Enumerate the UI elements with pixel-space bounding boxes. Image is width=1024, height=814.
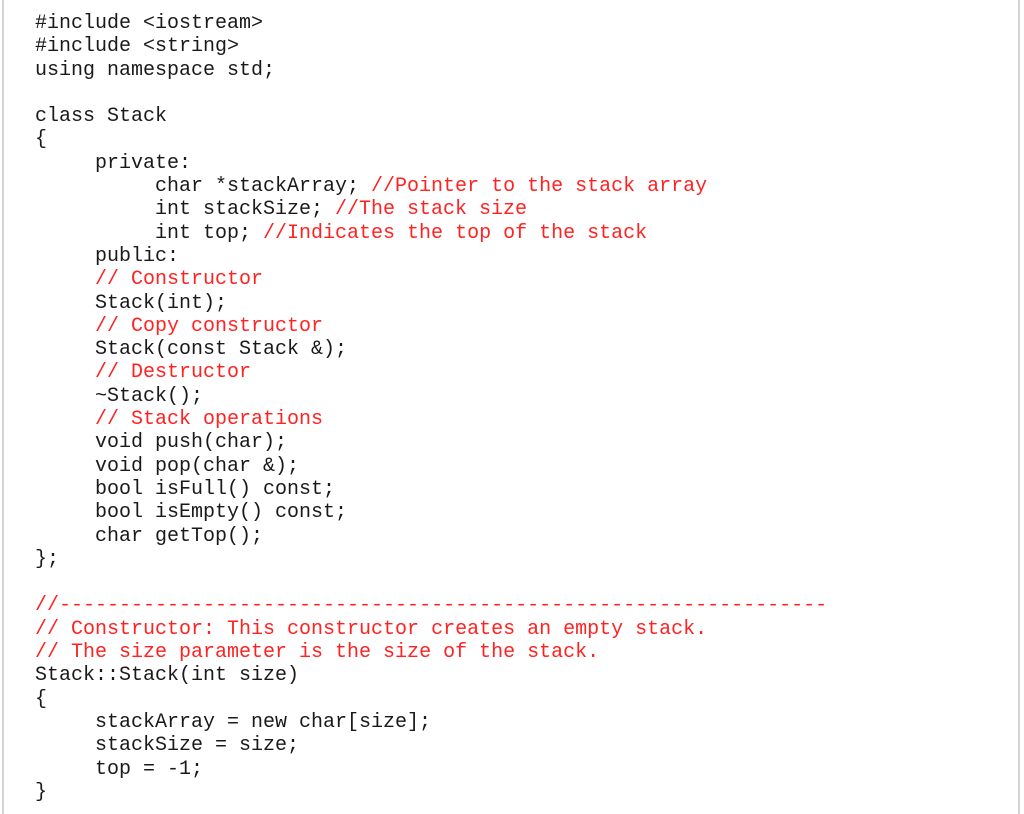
code-comment: //The stack size: [335, 198, 528, 222]
code-line: #include <string>: [35, 35, 827, 58]
code-text: stackSize = size;: [95, 734, 300, 758]
code-line: Stack::Stack(int size): [35, 664, 827, 687]
code-line: };: [35, 548, 827, 571]
code-line: bool isEmpty() const;: [35, 501, 827, 524]
code-line: using namespace std;: [35, 59, 827, 82]
code-text: }: [35, 780, 48, 804]
code-line: // Copy constructor: [35, 315, 827, 338]
code-comment: // Constructor: [95, 268, 264, 292]
code-text: {: [35, 128, 48, 152]
code-line: void pop(char &);: [35, 455, 827, 478]
code-text: };: [35, 547, 60, 571]
code-text: using namespace std;: [35, 58, 276, 82]
code-text: void pop(char &);: [95, 454, 300, 478]
code-line: top = -1;: [35, 758, 827, 781]
code-line: Stack(int);: [35, 292, 827, 315]
code-line: // Constructor: [35, 268, 827, 291]
code-line: stackSize = size;: [35, 734, 827, 757]
code-comment: // The size parameter is the size of the…: [35, 641, 600, 665]
code-block: #include <iostream> #include <string> usin…: [35, 12, 827, 804]
code-text: public:: [95, 244, 180, 268]
code-comment: // Constructor: This constructor creates…: [35, 617, 708, 641]
code-text: char *stackArray;: [155, 175, 372, 199]
code-line: stackArray = new char[size];: [35, 711, 827, 734]
code-text: ~Stack();: [95, 384, 204, 408]
code-text: Stack(const Stack &);: [95, 338, 348, 362]
code-comment: //Indicates the top of the stack: [263, 221, 648, 245]
code-line: class Stack: [35, 105, 827, 128]
code-line: void push(char);: [35, 431, 827, 454]
document-page: #include <iostream> #include <string> usin…: [2, 0, 1020, 814]
code-comment: // Destructor: [95, 361, 252, 385]
code-text: void push(char);: [95, 431, 288, 455]
code-text: top = -1;: [95, 757, 204, 781]
code-line: {: [35, 688, 827, 711]
code-line: bool isFull() const;: [35, 478, 827, 501]
code-line: char getTop();: [35, 525, 827, 548]
code-text: bool isFull() const;: [95, 477, 336, 501]
code-text: stackArray = new char[size];: [95, 710, 432, 734]
code-line: int top; //Indicates the top of the stac…: [35, 222, 827, 245]
code-text: int stackSize;: [155, 198, 336, 222]
code-line: // Stack operations: [35, 408, 827, 431]
code-text: Stack::Stack(int size): [35, 664, 300, 688]
code-text: #include <string>: [35, 35, 240, 59]
code-text: class Stack: [35, 105, 168, 129]
code-line: private:: [35, 152, 827, 175]
code-line: // The size parameter is the size of the…: [35, 641, 827, 664]
code-line: int stackSize; //The stack size: [35, 198, 827, 221]
code-comment: //Pointer to the stack array: [371, 175, 708, 199]
code-line: ~Stack();: [35, 385, 827, 408]
code-text: char getTop();: [95, 524, 264, 548]
code-line: //--------------------------------------…: [35, 594, 827, 617]
code-line: // Destructor: [35, 361, 827, 384]
code-text: int top;: [155, 221, 264, 245]
code-line: }: [35, 781, 827, 804]
code-text: bool isEmpty() const;: [95, 501, 348, 525]
code-line: public:: [35, 245, 827, 268]
code-text: #include <iostream>: [35, 12, 264, 35]
code-line: Stack(const Stack &);: [35, 338, 827, 361]
code-line: // Constructor: This constructor creates…: [35, 618, 827, 641]
code-text: Stack(int);: [95, 291, 228, 315]
code-text: {: [35, 687, 48, 711]
code-comment: //--------------------------------------…: [35, 594, 828, 618]
code-line: {: [35, 128, 827, 151]
code-comment: // Stack operations: [95, 408, 324, 432]
code-comment: // Copy constructor: [95, 314, 324, 338]
code-line: char *stackArray; //Pointer to the stack…: [35, 175, 827, 198]
code-text: private:: [95, 151, 192, 175]
code-line: #include <iostream>: [35, 12, 827, 35]
